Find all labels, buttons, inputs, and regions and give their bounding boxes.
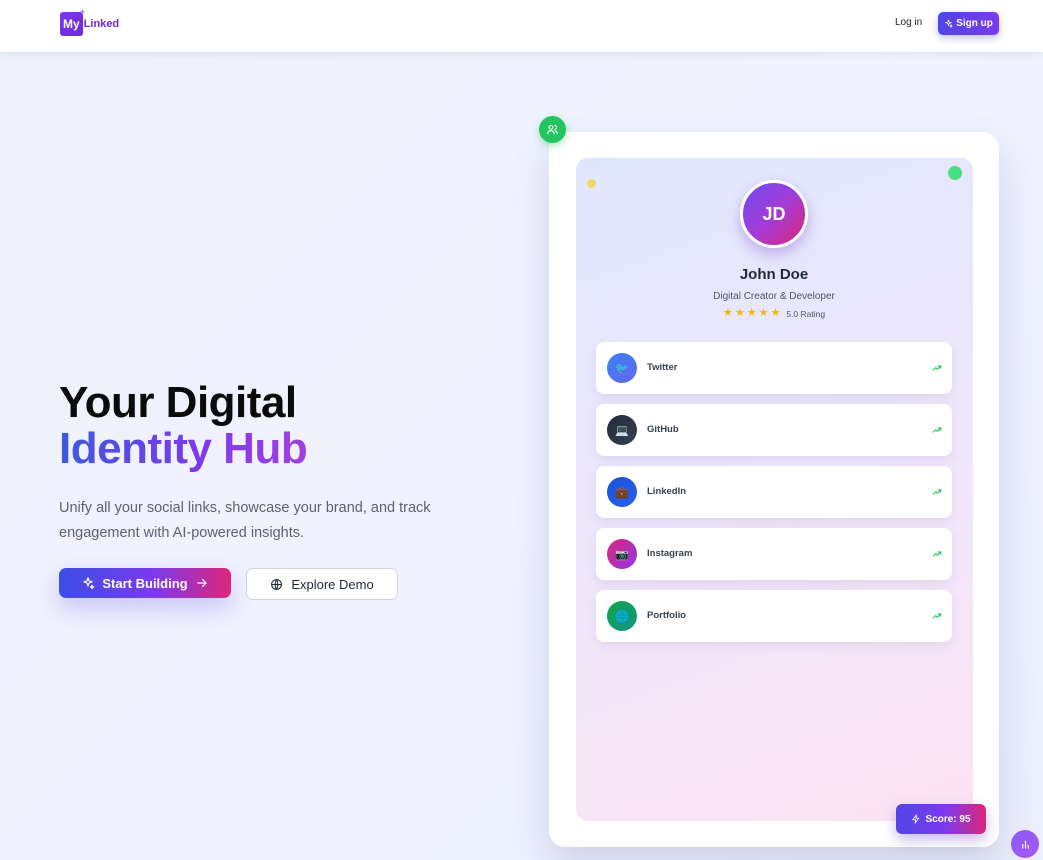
explore-demo-label: Explore Demo — [291, 576, 374, 592]
link-label: GitHub — [647, 424, 679, 435]
decor-dot-yellow — [587, 179, 596, 188]
avatar: JD — [740, 180, 808, 248]
bird-icon: 🐦 — [607, 353, 637, 383]
trending-up-icon — [932, 365, 942, 371]
camera-icon: 📷 — [607, 539, 637, 569]
explore-demo-button[interactable]: Explore Demo — [246, 568, 398, 600]
hero-title-line1: Your Digital — [59, 378, 297, 427]
users-badge — [539, 116, 566, 143]
start-building-button[interactable]: Start Building — [59, 568, 231, 598]
star-icon: ★ — [746, 307, 757, 319]
globe-icon — [271, 578, 283, 590]
sparkle-icon — [83, 577, 95, 590]
logo[interactable]: My ✦ Linked — [60, 8, 120, 36]
bar-chart-icon — [1021, 840, 1029, 849]
sparkle-icon: ✦ — [78, 7, 87, 17]
trending-up-icon — [932, 427, 942, 433]
profile-role: Digital Creator & Developer — [713, 291, 835, 302]
logo-linked-text: Linked — [83, 18, 120, 30]
link-item-portfolio[interactable]: 🌐 Portfolio — [596, 590, 952, 642]
hero-title: Your Digital Identity Hub — [59, 378, 308, 473]
laptop-icon: 💻 — [607, 415, 637, 445]
star-icon: ★ — [758, 307, 769, 319]
link-label: Portfolio — [647, 610, 687, 621]
globe-icon: 🌐 — [607, 601, 637, 631]
link-label: Twitter — [647, 362, 678, 373]
signup-label: Sign up — [956, 18, 993, 29]
link-item-github[interactable]: 💻 GitHub — [596, 404, 952, 456]
profile-name: John Doe — [739, 266, 809, 283]
trending-up-icon — [932, 551, 942, 557]
score-label: Score: 95 — [925, 813, 971, 825]
arrow-right-icon — [196, 578, 207, 588]
start-building-label: Start Building — [102, 575, 188, 591]
avatar-initials: JD — [762, 203, 786, 224]
link-item-twitter[interactable]: 🐦 Twitter — [596, 342, 952, 394]
link-item-linkedin[interactable]: 💼 LinkedIn — [596, 466, 952, 518]
trending-up-icon — [932, 489, 942, 495]
sparkle-icon — [944, 19, 954, 28]
hero-title-line2: Identity Hub — [59, 424, 308, 473]
star-icon: ★ — [770, 307, 781, 319]
score-badge: Score: 95 — [896, 804, 986, 834]
signup-button[interactable]: Sign up — [938, 12, 999, 35]
online-status-dot — [948, 166, 962, 180]
logo-mark: My ✦ — [60, 8, 86, 36]
rating-label: 5.0 Rating — [786, 308, 826, 319]
rating: ★ ★ ★ ★ ★ 5.0 Rating — [676, 308, 872, 319]
trending-up-icon — [932, 613, 942, 619]
briefcase-icon: 💼 — [607, 477, 637, 507]
link-label: Instagram — [647, 548, 693, 559]
lightning-icon — [912, 814, 920, 824]
top-navbar: My ✦ Linked Log in Sign up — [0, 0, 1043, 52]
link-item-instagram[interactable]: 📷 Instagram — [596, 528, 952, 580]
link-label: LinkedIn — [647, 486, 687, 497]
logo-my-text: My — [63, 17, 80, 31]
star-icon: ★ — [734, 307, 745, 319]
login-link[interactable]: Log in — [895, 17, 922, 28]
star-icon: ★ — [722, 307, 733, 319]
analytics-button[interactable] — [1011, 830, 1039, 858]
hero-subtitle: Unify all your social links, showcase yo… — [59, 500, 431, 541]
users-icon — [547, 124, 558, 135]
